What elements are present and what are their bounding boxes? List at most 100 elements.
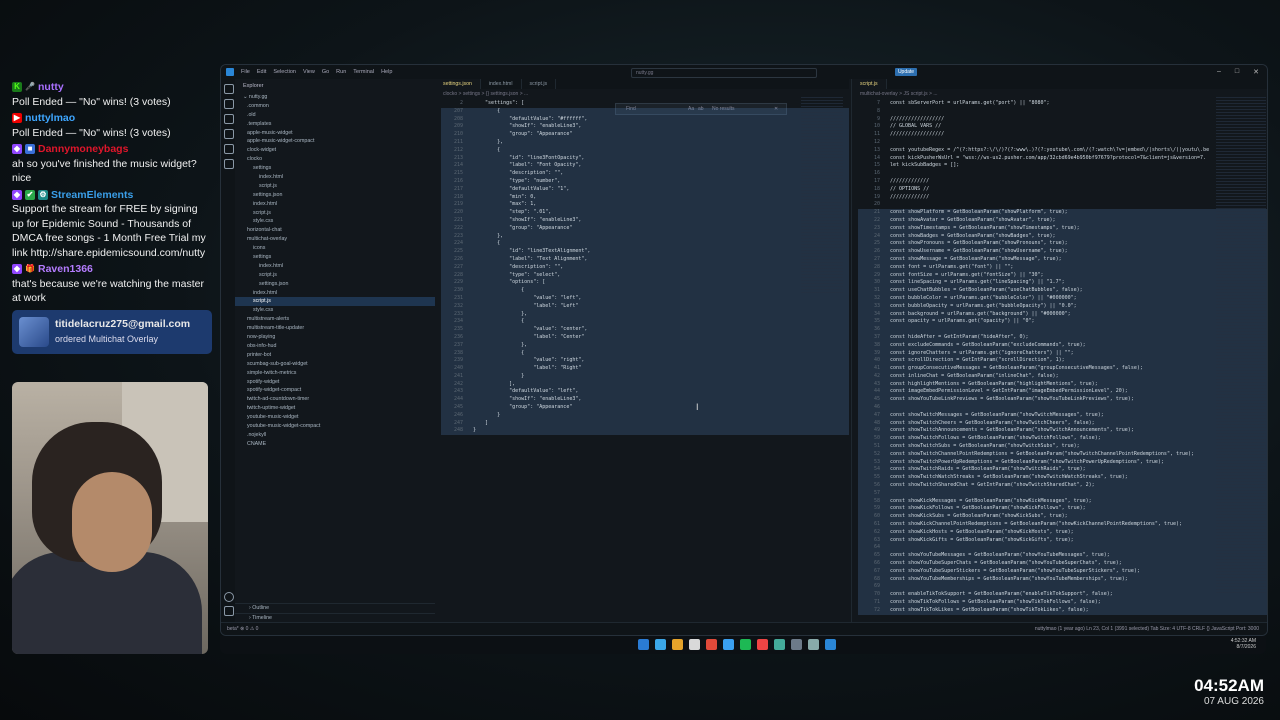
tree-item[interactable]: script.js [235, 271, 435, 280]
line-number: 225 [453, 248, 463, 255]
taskbar-app-icon[interactable] [757, 639, 768, 650]
tree-item[interactable]: settings.json [235, 191, 435, 200]
menu-item-terminal[interactable]: Terminal [353, 69, 374, 75]
settings-gear-icon[interactable] [224, 606, 234, 616]
explorer-root[interactable]: ⌄ nutty.gg [235, 93, 435, 102]
menu-item-edit[interactable]: Edit [257, 69, 266, 75]
menu-item-run[interactable]: Run [336, 69, 346, 75]
tree-item[interactable]: multistream-title-updater [235, 324, 435, 333]
search-icon[interactable] [224, 99, 234, 109]
files-icon[interactable] [224, 84, 234, 94]
tree-item[interactable]: twitch-uptime-widget [235, 404, 435, 413]
chat-username[interactable]: StreamElements [51, 188, 133, 203]
tree-item[interactable]: index.html [235, 262, 435, 271]
tree-item[interactable]: style.css [235, 306, 435, 315]
status-right[interactable]: nuttylmao (1 year ago) Ln 23, Col 1 (399… [1035, 623, 1259, 635]
tree-item[interactable]: .common [235, 102, 435, 111]
taskbar-start-icon[interactable] [638, 639, 649, 650]
left-code-area[interactable]: 2 "settings": [207 {208 "defaultValue": … [435, 100, 849, 436]
tree-item[interactable]: multistream-alerts [235, 315, 435, 324]
close-icon[interactable]: ✕ [1253, 68, 1259, 76]
tree-item[interactable]: index.html [235, 289, 435, 298]
code-line: 70 const enableTikTokSupport = GetBoolean… [858, 591, 1267, 599]
taskbar-chrome-icon[interactable] [706, 639, 717, 650]
editor-tab[interactable]: settings.json [435, 79, 481, 89]
taskbar-app-icon[interactable] [791, 639, 802, 650]
taskbar-app-icon[interactable] [808, 639, 819, 650]
right-code-area[interactable]: 7 const sbServerPort = urlParams.get("por… [852, 100, 1267, 615]
taskbar-folder-icon[interactable] [672, 639, 683, 650]
right-breadcrumb: multichat-overlay > JS script.js > ... [860, 91, 938, 97]
left-minimap[interactable] [801, 97, 843, 293]
window-controls: – □ ✕ [1217, 68, 1259, 76]
taskbar-vscode-icon[interactable] [825, 639, 836, 650]
remote-icon[interactable] [224, 159, 234, 169]
taskbar-search-icon[interactable] [655, 639, 666, 650]
update-button[interactable]: Update [895, 68, 917, 76]
account-icon[interactable] [224, 592, 234, 602]
tree-item[interactable]: simple-twitch-metrics [235, 369, 435, 378]
right-minimap[interactable] [1216, 97, 1266, 593]
tree-item[interactable]: twitch-ad-countdown-timer [235, 395, 435, 404]
taskbar-clock[interactable]: 4:52:32 AM 8/7/2026 [1231, 638, 1256, 650]
tree-item[interactable]: now-playing [235, 333, 435, 342]
outline-section[interactable]: › Outline [235, 603, 435, 613]
tree-item[interactable]: youtube-music-widget [235, 413, 435, 422]
tree-item[interactable]: settings [235, 253, 435, 262]
tree-item[interactable]: scumbag-sub-goal-widget [235, 360, 435, 369]
menu-item-selection[interactable]: Selection [273, 69, 296, 75]
status-left[interactable]: beta* ⊗ 0 ⚠ 0 [221, 626, 258, 632]
chat-username[interactable]: nuttylmao [25, 111, 75, 126]
tree-item[interactable]: spotify-widget-compact [235, 386, 435, 395]
tree-item[interactable]: spotify-widget [235, 378, 435, 387]
line-number: 61 [873, 521, 880, 528]
minimize-icon[interactable]: – [1217, 68, 1221, 76]
tree-item[interactable]: icons [235, 244, 435, 253]
menu-item-file[interactable]: File [241, 69, 250, 75]
extensions-icon[interactable] [224, 144, 234, 154]
source-control-icon[interactable] [224, 114, 234, 124]
taskbar-vscode-icon[interactable] [723, 639, 734, 650]
tree-item[interactable]: horizontal-chat [235, 226, 435, 235]
tree-item[interactable]: apple-music-widget-compact [235, 137, 435, 146]
tree-item[interactable]: clock-widget [235, 146, 435, 155]
line-text: const showTikTokFollows = GetBooleanPara… [890, 599, 1101, 605]
editor-tab[interactable]: script.js [852, 79, 887, 89]
tree-item[interactable]: apple-music-widget [235, 129, 435, 138]
tree-item[interactable]: index.html [235, 173, 435, 182]
maximize-icon[interactable]: □ [1235, 68, 1239, 76]
tree-item[interactable]: clocko [235, 155, 435, 164]
chat-username[interactable]: Dannymoneybags [38, 142, 128, 157]
editor-tab[interactable]: index.html [481, 79, 522, 89]
tree-item[interactable]: .nojekyll [235, 431, 435, 440]
line-text: const showBadges = GetBooleanParam("show… [890, 232, 1056, 239]
tree-item[interactable]: script.js [235, 182, 435, 191]
taskbar-app-icon[interactable] [774, 639, 785, 650]
tree-item[interactable]: printer-bot [235, 351, 435, 360]
tree-item[interactable]: youtube-music-widget-compact [235, 422, 435, 431]
tree-item[interactable]: multichat-overlay [235, 235, 435, 244]
chat-username[interactable]: nutty [38, 80, 64, 95]
tree-item[interactable]: obs-info-hud [235, 342, 435, 351]
command-center[interactable]: nutty.gg [631, 68, 817, 78]
tree-item[interactable]: settings.json [235, 280, 435, 289]
tree-item[interactable]: CNAME [235, 440, 435, 449]
tree-item[interactable]: .old [235, 111, 435, 120]
tree-item[interactable]: index.html [235, 200, 435, 209]
menu-item-go[interactable]: Go [322, 69, 329, 75]
editor-tab[interactable]: script.js [522, 79, 557, 89]
tree-item[interactable]: settings [235, 164, 435, 173]
tree-item[interactable]: style.css [235, 217, 435, 226]
menu-item-help[interactable]: Help [381, 69, 392, 75]
tree-item[interactable]: script.js [235, 297, 435, 307]
taskbar-spotify-icon[interactable] [740, 639, 751, 650]
line-number: 56 [873, 482, 880, 489]
run-debug-icon[interactable] [224, 129, 234, 139]
tree-item[interactable]: .templates [235, 120, 435, 129]
line-text: const showTwitchFollows = GetBooleanPara… [890, 435, 1101, 442]
tree-item[interactable]: script.js [235, 209, 435, 218]
taskbar-browser-icon[interactable] [689, 639, 700, 650]
menu-item-view[interactable]: View [303, 69, 315, 75]
chat-username[interactable]: Raven1366 [38, 262, 93, 277]
line-text: const showTwitchWatchStreaks = GetBoolea… [890, 474, 1128, 481]
